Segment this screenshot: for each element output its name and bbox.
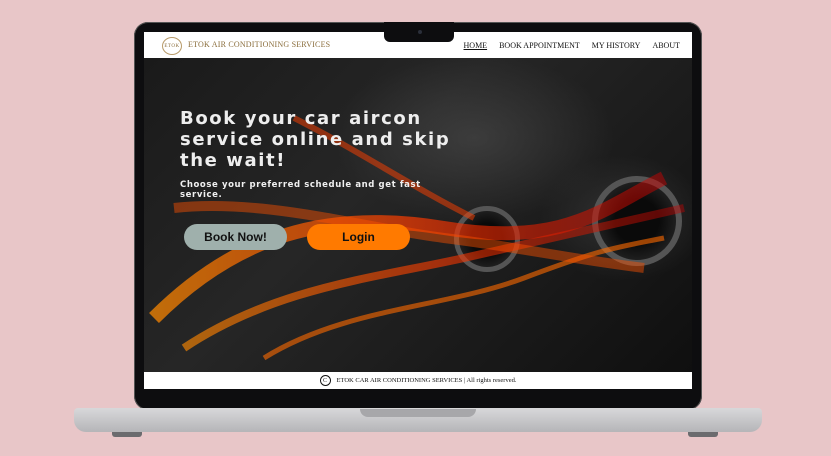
nav-links: HOME BOOK APPOINTMENT MY HISTORY ABOUT	[464, 41, 680, 50]
nav-link-my-history[interactable]: MY HISTORY	[592, 41, 641, 50]
nav-link-book-appointment[interactable]: BOOK APPOINTMENT	[499, 41, 580, 50]
footer: C ETOK CAR AIR CONDITIONING SERVICES | A…	[144, 372, 692, 389]
copyright-icon: C	[319, 375, 331, 386]
laptop-base-notch	[360, 409, 476, 417]
hero-headline: Book your car aircon service online and …	[180, 108, 451, 171]
airflow-flame-graphic	[149, 115, 685, 361]
camera-icon	[418, 30, 422, 34]
nav-link-about[interactable]: ABOUT	[652, 41, 680, 50]
book-now-button[interactable]: Book Now!	[184, 224, 287, 250]
footer-text: ETOK CAR AIR CONDITIONING SERVICES | All…	[336, 377, 517, 384]
nav-link-home[interactable]: HOME	[464, 41, 488, 50]
hero-section: Book your car aircon service online and …	[144, 58, 692, 372]
laptop-screen: ETOK ETOK AIR CONDITIONING SERVICES HOME…	[144, 32, 692, 389]
laptop-foot	[688, 432, 718, 437]
login-button[interactable]: Login	[307, 224, 410, 250]
brand-name[interactable]: ETOK AIR CONDITIONING SERVICES	[188, 40, 330, 49]
hero-subtext: Choose your preferred schedule and get f…	[180, 180, 421, 200]
logo[interactable]: ETOK	[162, 37, 182, 55]
laptop-foot	[112, 432, 142, 437]
